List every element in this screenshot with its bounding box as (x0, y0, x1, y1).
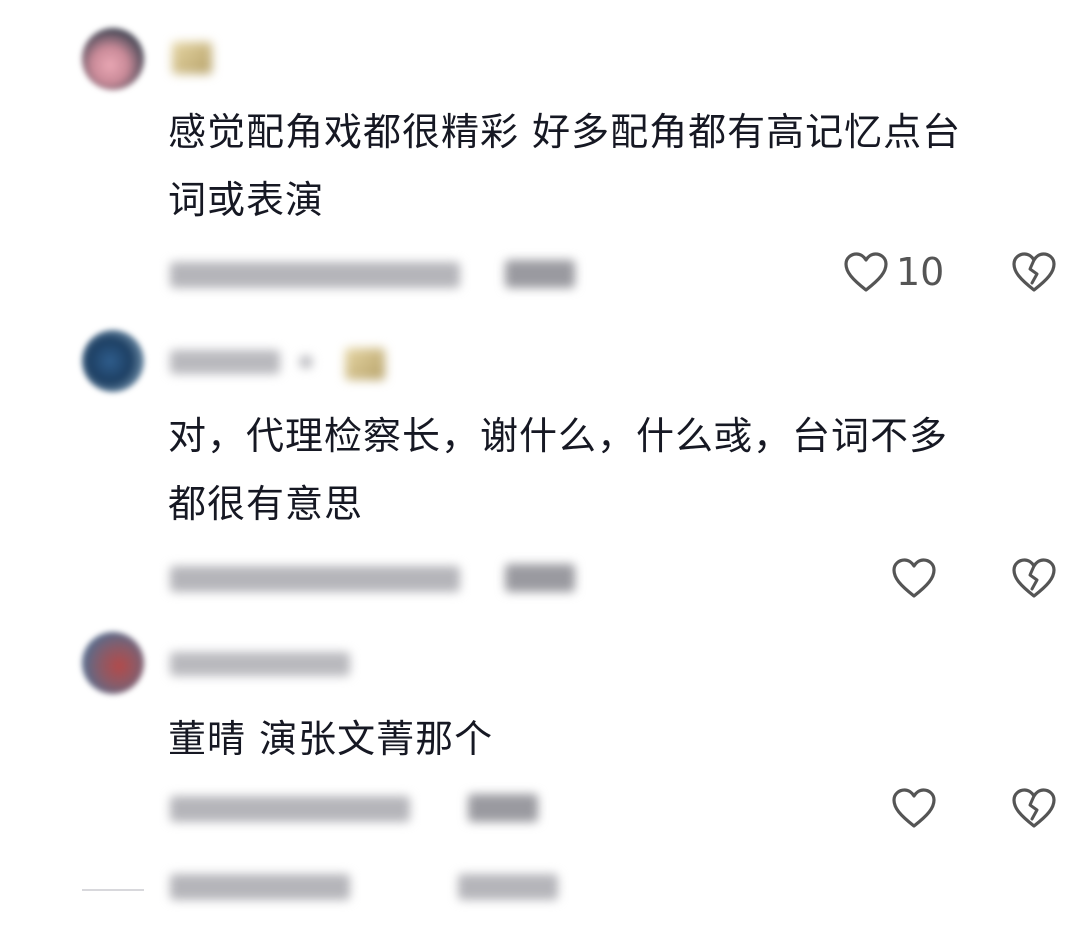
reply-button[interactable] (468, 794, 538, 822)
replies-divider (82, 889, 144, 891)
comment-text: 董晴 演张文菁那个 (168, 705, 1068, 773)
avatar[interactable] (82, 632, 144, 694)
collapse-replies-button[interactable] (458, 874, 558, 900)
comment-meta (170, 796, 410, 822)
comment-text-line: 董晴 演张文菁那个 (168, 717, 494, 761)
username[interactable] (170, 652, 350, 676)
comment-item: 董晴 演张文菁那个 (0, 0, 1083, 860)
broken-heart-icon[interactable] (1010, 786, 1058, 830)
heart-outline-icon[interactable] (890, 786, 938, 830)
expand-replies-button[interactable] (170, 874, 350, 900)
